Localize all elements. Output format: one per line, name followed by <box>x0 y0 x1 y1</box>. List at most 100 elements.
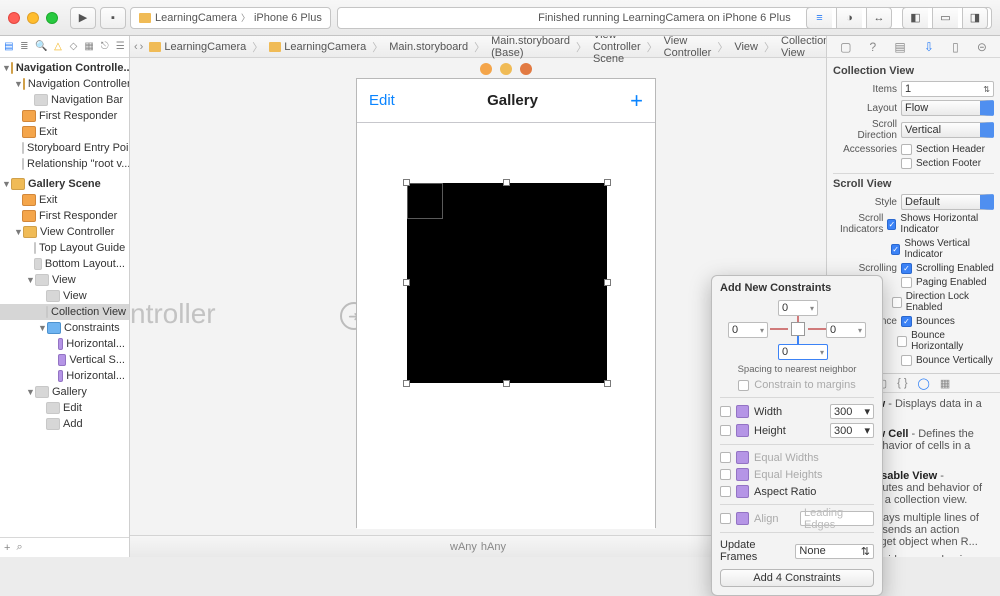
collection-view[interactable] <box>407 183 607 383</box>
style-select[interactable]: Default <box>901 194 994 210</box>
toggle-debug-button[interactable]: ▭ <box>932 7 958 29</box>
minimize-button[interactable] <box>27 12 39 24</box>
toggle-navigator-button[interactable]: ◧ <box>902 7 928 29</box>
nav-left-button[interactable]: Edit <box>369 92 395 109</box>
inspector-tabs[interactable]: ▢ ? ▤ ⇩ ▯ ⊝ <box>827 36 1000 58</box>
media-library-icon[interactable]: ▦ <box>940 377 950 390</box>
resize-handle[interactable] <box>403 179 410 186</box>
dirlock-check[interactable] <box>892 297 902 308</box>
resize-handle[interactable] <box>604 179 611 186</box>
nav-item[interactable]: View <box>52 274 76 286</box>
nav-add-button[interactable]: + <box>630 88 643 114</box>
nav-item[interactable]: Collection View <box>51 306 126 318</box>
add-constraints-button[interactable]: Add 4 Constraints <box>720 569 874 587</box>
filter-icon[interactable]: ⌕ <box>16 541 22 554</box>
nav-item[interactable]: Storyboard Entry Point <box>27 142 129 154</box>
nav-item[interactable]: Exit <box>39 126 57 138</box>
show-h-check[interactable]: ✓ <box>887 219 896 230</box>
debug-navigator-icon[interactable]: ▦ <box>84 41 94 53</box>
identity-inspector-icon[interactable]: ▤ <box>894 40 905 54</box>
scheme-selector[interactable]: LearningCamera 〉 iPhone 6 Plus <box>130 7 331 29</box>
dock-exit-icon[interactable] <box>520 63 532 75</box>
nav-item[interactable]: Bottom Layout... <box>45 258 125 270</box>
find-navigator-icon[interactable]: 🔍 <box>35 41 47 53</box>
crumb[interactable]: Main.storyboard <box>389 41 468 53</box>
view-controller-frame[interactable]: Edit Gallery + <box>356 78 656 528</box>
align-select[interactable]: Leading Edges <box>800 511 874 526</box>
crumb[interactable]: Main.storyboard (Base) <box>491 35 570 59</box>
width-field[interactable]: 300▾ <box>830 404 874 419</box>
file-inspector-icon[interactable]: ▢ <box>840 40 851 54</box>
crumb[interactable]: View Controller <box>664 35 712 59</box>
document-outline[interactable]: ▼Navigation Controlle... ▼Navigation Con… <box>0 58 129 537</box>
resize-handle[interactable] <box>503 179 510 186</box>
dock-responder-icon[interactable] <box>500 63 512 75</box>
resize-handle[interactable] <box>403 380 410 387</box>
nav-item[interactable]: First Responder <box>39 210 117 222</box>
nav-item[interactable]: Add <box>63 418 83 430</box>
close-button[interactable] <box>8 12 20 24</box>
items-field[interactable]: 1⇅ <box>901 81 994 97</box>
nav-item[interactable]: Navigation Controller <box>28 78 129 90</box>
run-button[interactable]: ▶ <box>70 7 96 29</box>
update-frames-select[interactable]: None⇅ <box>795 544 874 559</box>
nav-item[interactable]: Constraints <box>64 322 120 334</box>
report-navigator-icon[interactable]: ☰ <box>115 41 125 53</box>
dock-vc-icon[interactable] <box>480 63 492 75</box>
editor-assistant-button[interactable]: ◑ <box>836 7 862 29</box>
editor-version-button[interactable]: ↔ <box>866 7 892 29</box>
project-navigator-icon[interactable]: ▤ <box>4 41 14 53</box>
resize-handle[interactable] <box>503 380 510 387</box>
pin-strut-left[interactable] <box>770 328 788 330</box>
nav-item[interactable]: View <box>63 290 87 302</box>
jump-bar[interactable]: ‹ › LearningCamera〉 LearningCamera〉 Main… <box>130 36 826 58</box>
bounce-v-check[interactable] <box>901 355 912 366</box>
paging-check[interactable] <box>901 277 912 288</box>
attributes-inspector-icon[interactable]: ⇩ <box>924 40 934 54</box>
section-footer-check[interactable] <box>901 158 912 169</box>
aspect-check[interactable] <box>720 486 731 497</box>
equal-heights-check[interactable] <box>720 469 731 480</box>
pin-bottom-input[interactable]: 0▾ <box>778 344 828 360</box>
pin-top-input[interactable]: 0▾ <box>778 300 818 316</box>
nav-item[interactable]: Horizontal... <box>66 338 125 350</box>
constrain-margins-check[interactable] <box>738 380 749 391</box>
scrolldir-select[interactable]: Vertical <box>901 122 994 138</box>
resize-handle[interactable] <box>604 279 611 286</box>
nav-item[interactable]: Top Layout Guide <box>39 242 125 254</box>
nav-item[interactable]: Exit <box>39 194 57 206</box>
scroll-enabled-check[interactable]: ✓ <box>901 263 912 274</box>
stop-button[interactable]: ▪ <box>100 7 126 29</box>
resize-handle[interactable] <box>403 279 410 286</box>
width-check[interactable] <box>720 406 731 417</box>
jump-forward-icon[interactable]: › <box>140 41 144 53</box>
nav-item[interactable]: Edit <box>63 402 82 414</box>
help-inspector-icon[interactable]: ? <box>870 40 877 54</box>
pin-strut-bottom[interactable] <box>797 336 799 344</box>
crumb[interactable]: LearningCamera <box>164 41 246 53</box>
nav-item[interactable]: Horizontal... <box>66 370 125 382</box>
breakpoint-navigator-icon[interactable]: ⎋ <box>100 41 110 53</box>
scene-dock[interactable] <box>356 62 656 76</box>
show-v-check[interactable]: ✓ <box>891 244 901 255</box>
symbol-navigator-icon[interactable]: ≣ <box>20 41 30 53</box>
size-inspector-icon[interactable]: ▯ <box>952 40 959 54</box>
layout-select[interactable]: Flow <box>901 100 994 116</box>
align-check[interactable] <box>720 513 731 524</box>
nav-item[interactable]: Gallery <box>52 386 87 398</box>
nav-item[interactable]: View Controller <box>40 226 114 238</box>
pin-left-input[interactable]: 0▾ <box>728 322 768 338</box>
pin-strut-top[interactable] <box>797 316 799 322</box>
crumb[interactable]: Collection View <box>781 35 829 59</box>
add-icon[interactable]: + <box>4 542 10 554</box>
test-navigator-icon[interactable]: ◇ <box>69 41 79 53</box>
resize-handle[interactable] <box>604 380 611 387</box>
nav-item[interactable]: Vertical S... <box>69 354 125 366</box>
equal-widths-check[interactable] <box>720 452 731 463</box>
nav-item[interactable]: First Responder <box>39 110 117 122</box>
object-library-icon[interactable]: ◯ <box>918 377 930 390</box>
crumb[interactable]: View <box>734 41 758 53</box>
zoom-button[interactable] <box>46 12 58 24</box>
jump-back-icon[interactable]: ‹ <box>134 41 138 53</box>
bounces-check[interactable]: ✓ <box>901 316 912 327</box>
